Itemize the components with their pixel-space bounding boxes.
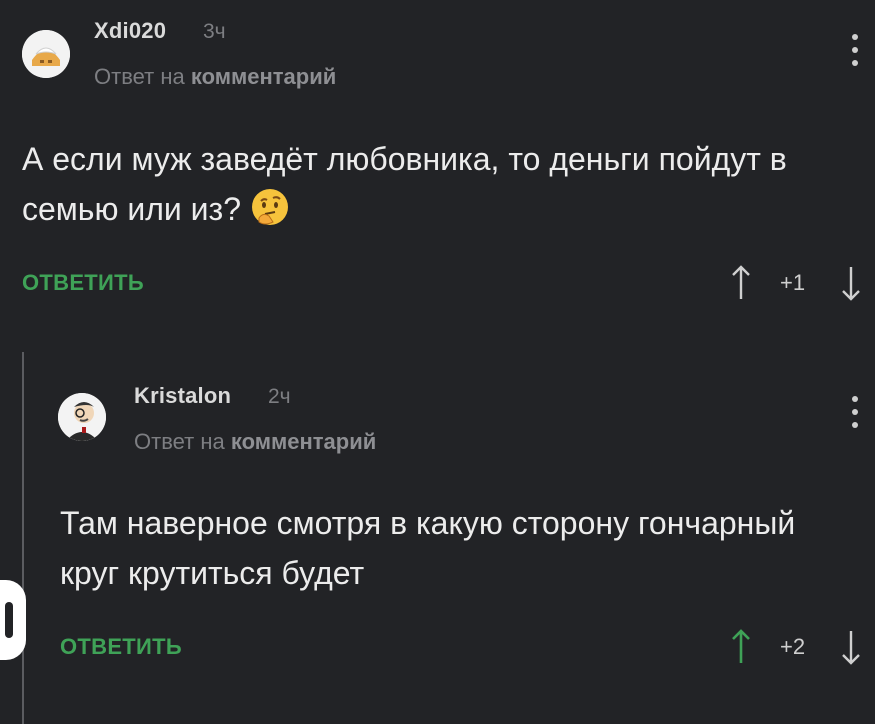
avatar-image bbox=[22, 30, 70, 78]
side-panel-handle[interactable] bbox=[0, 580, 26, 660]
comment-body: А если муж заведёт любовника, то деньги … bbox=[22, 141, 787, 227]
downvote-arrow-icon[interactable] bbox=[840, 628, 862, 666]
comment-text: Там наверное смотря в какую сторону гонч… bbox=[60, 505, 796, 591]
reply-prefix: Ответ на bbox=[94, 64, 185, 89]
reply-button[interactable]: ОТВЕТИТЬ bbox=[60, 634, 182, 660]
thinking-face-icon bbox=[249, 186, 291, 228]
reply-button[interactable]: ОТВЕТИТЬ bbox=[22, 270, 144, 296]
reply-to-label: Ответ на комментарий bbox=[134, 429, 376, 455]
more-options-icon[interactable] bbox=[845, 30, 865, 70]
comment-text: А если муж заведёт любовника, то деньги … bbox=[22, 134, 852, 234]
avatar[interactable] bbox=[58, 393, 106, 441]
upvote-arrow-icon[interactable] bbox=[730, 628, 752, 666]
downvote-arrow-icon[interactable] bbox=[840, 264, 862, 302]
comment: Kristalon 2ч Ответ на комментарий Там на… bbox=[0, 330, 875, 724]
comment: Xdi020 3ч Ответ на комментарий А если му… bbox=[0, 0, 875, 330]
reply-target-link[interactable]: комментарий bbox=[191, 64, 336, 89]
reply-target-link[interactable]: комментарий bbox=[231, 429, 376, 454]
more-options-icon[interactable] bbox=[845, 392, 865, 432]
upvote-arrow-icon[interactable] bbox=[730, 264, 752, 302]
vote-controls: +2 bbox=[730, 626, 870, 666]
vote-controls: +1 bbox=[730, 262, 870, 302]
reply-to-label: Ответ на комментарий bbox=[94, 64, 336, 90]
timestamp: 3ч bbox=[203, 20, 226, 43]
vote-score: +1 bbox=[780, 270, 806, 295]
username[interactable]: Xdi020 bbox=[94, 18, 166, 44]
username[interactable]: Kristalon bbox=[134, 383, 231, 409]
avatar-image bbox=[58, 393, 106, 441]
vote-score: +2 bbox=[780, 634, 806, 659]
reply-prefix: Ответ на bbox=[134, 429, 225, 454]
avatar[interactable] bbox=[22, 30, 70, 78]
timestamp: 2ч bbox=[268, 385, 291, 408]
